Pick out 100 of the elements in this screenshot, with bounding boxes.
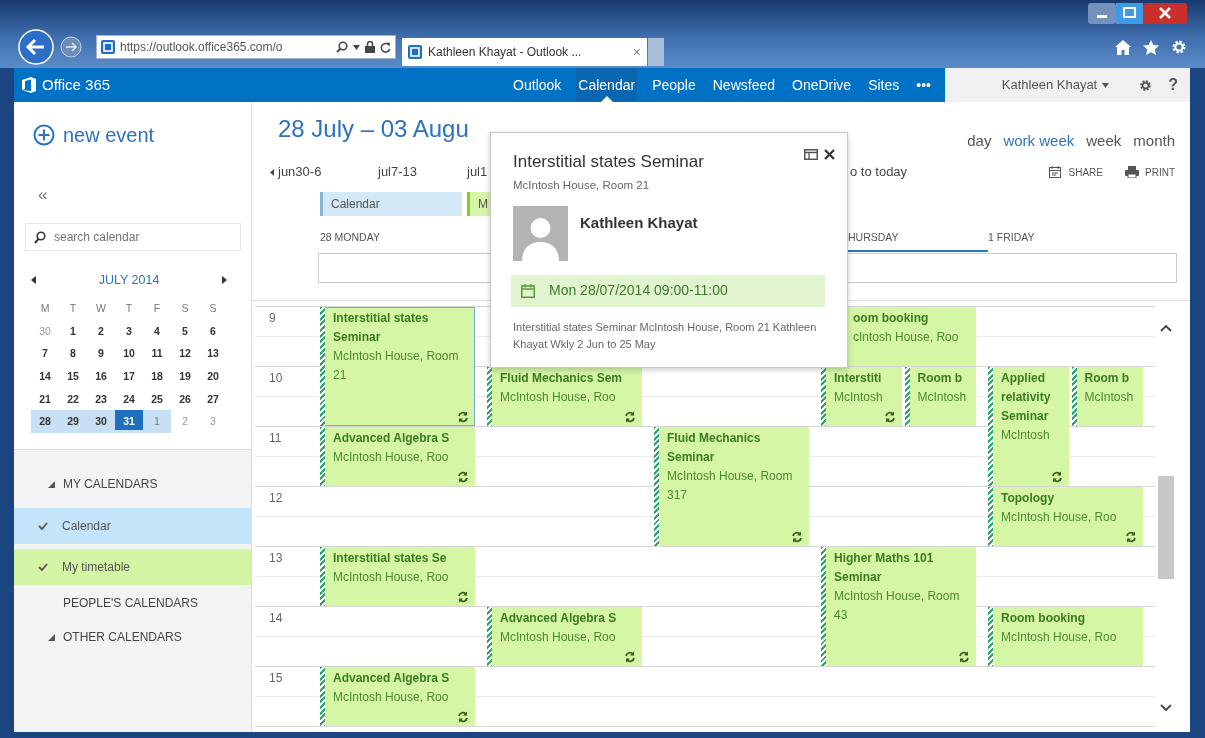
- go-to-today-link[interactable]: o to today: [850, 162, 908, 182]
- refresh-icon[interactable]: [380, 41, 391, 53]
- view-switch-link[interactable]: day: [967, 130, 992, 152]
- calendar-day[interactable]: 27: [199, 387, 227, 411]
- search-field[interactable]: search calendar: [25, 223, 241, 251]
- brand-name: Office 365: [42, 74, 111, 95]
- section-header[interactable]: PEOPLE'S CALENDARS: [48, 593, 198, 614]
- calendar-event[interactable]: Interstiti McIntosh: [821, 367, 902, 426]
- back-button[interactable]: [18, 29, 54, 65]
- nav-link[interactable]: Calendar: [576, 68, 638, 102]
- nav-link[interactable]: Newsfeed: [710, 68, 777, 102]
- popout-icon[interactable]: [804, 149, 818, 160]
- calendar-day[interactable]: 10: [115, 342, 143, 366]
- calendar-event[interactable]: Room booking McIntosh House, Roo: [988, 607, 1143, 666]
- calendar-event[interactable]: Room b McIntosh: [1071, 367, 1143, 426]
- view-switch-link[interactable]: week: [1086, 130, 1122, 152]
- share-icon: [1048, 166, 1063, 178]
- caret-icon[interactable]: [353, 44, 360, 50]
- calendar-day[interactable]: 15: [59, 365, 87, 388]
- calendar-day[interactable]: 11: [143, 342, 171, 366]
- event-title: Fluid Mechanics Seminar: [667, 430, 762, 466]
- calendar-day[interactable]: 4: [143, 319, 171, 343]
- calendar-day[interactable]: 22: [59, 387, 87, 411]
- calendar-day[interactable]: 23: [87, 387, 115, 411]
- calendar-list-item[interactable]: Calendar: [14, 508, 251, 545]
- calendar-event[interactable]: Topology McIntosh House, Roo: [988, 487, 1143, 546]
- calendar-day[interactable]: 2: [87, 319, 115, 343]
- nav-link[interactable]: Outlook: [511, 68, 564, 102]
- calendar-day[interactable]: 30: [87, 410, 115, 434]
- date-range-link[interactable]: jul7-13: [378, 162, 418, 182]
- star-icon[interactable]: [1143, 39, 1159, 55]
- user-menu-button[interactable]: Kathleen Khayat: [1001, 75, 1110, 95]
- calendar-day[interactable]: 29: [59, 410, 87, 434]
- scrollbar-thumb[interactable]: [1158, 476, 1174, 579]
- calendar-day[interactable]: 5: [171, 319, 199, 343]
- section-header[interactable]: MY CALENDARS: [48, 474, 158, 495]
- settings-icon[interactable]: [1139, 78, 1153, 92]
- calendar-day[interactable]: 7: [31, 342, 59, 366]
- calendar-event[interactable]: Room b McIntosh: [904, 367, 976, 426]
- calendar-event[interactable]: Higher Maths 101 Seminar McIntosh House, Room 43: [821, 547, 976, 666]
- date-range-link[interactable]: jul1: [467, 162, 488, 182]
- collapse-button[interactable]: «: [38, 186, 54, 203]
- calendar-day[interactable]: 20: [199, 365, 227, 388]
- day-header[interactable]: 28 MONDAY: [320, 230, 487, 252]
- calendar-event[interactable]: Interstitial states Seminar McIntosh House, Room 21: [320, 307, 475, 426]
- nav-link[interactable]: OneDrive: [790, 68, 854, 102]
- calendar-day[interactable]: 31: [115, 410, 143, 434]
- calendar-day[interactable]: 28: [31, 410, 59, 434]
- calendar-day[interactable]: 17: [115, 365, 143, 388]
- calendar-day[interactable]: 26: [171, 387, 199, 411]
- calendar-day[interactable]: 3: [115, 319, 143, 343]
- print-button[interactable]: PRINT: [1125, 158, 1175, 186]
- home-icon[interactable]: [1115, 39, 1131, 55]
- search-icon[interactable]: [336, 41, 348, 53]
- calendar-event[interactable]: Fluid Mechanics Sem McIntosh House, Roo: [487, 367, 642, 426]
- calendar-day[interactable]: 21: [31, 387, 59, 411]
- day-header[interactable]: 1 FRIDAY: [988, 230, 1155, 252]
- calendar-day[interactable]: 25: [143, 387, 171, 411]
- forward-button[interactable]: [60, 36, 82, 58]
- calendar-event[interactable]: Applied relativity Seminar McIntosh: [988, 367, 1069, 486]
- close-icon[interactable]: [824, 149, 835, 160]
- help-button[interactable]: ?: [1168, 73, 1178, 97]
- view-switch-link[interactable]: work week: [1003, 130, 1075, 152]
- share-button[interactable]: SHARE: [1048, 158, 1103, 186]
- nav-link[interactable]: Sites: [866, 68, 902, 102]
- view-switch-link[interactable]: month: [1133, 130, 1175, 152]
- scroll-down-icon[interactable]: [1160, 704, 1172, 712]
- calendar-day[interactable]: 13: [199, 342, 227, 366]
- calendar-day[interactable]: 9: [87, 342, 115, 366]
- previous-icon[interactable]: [31, 276, 36, 284]
- calendar-list-item[interactable]: My timetable: [14, 549, 251, 586]
- calendar-day[interactable]: 14: [31, 365, 59, 388]
- calendar-day[interactable]: 6: [199, 319, 227, 343]
- next-icon[interactable]: [222, 276, 227, 284]
- minimize-button[interactable]: [1088, 3, 1116, 24]
- calendar-day[interactable]: 12: [171, 342, 199, 366]
- calendar-day[interactable]: 19: [171, 365, 199, 388]
- browser-tab[interactable]: Kathleen Khayat - Outlook ... ×: [402, 38, 647, 66]
- nav-link[interactable]: •••: [914, 68, 933, 102]
- calendar-day[interactable]: 8: [59, 342, 87, 366]
- calendar-day[interactable]: 24: [115, 387, 143, 411]
- calendar-event[interactable]: Advanced Algebra S McIntosh House, Roo: [320, 667, 475, 726]
- settings-icon[interactable]: [1171, 39, 1187, 55]
- maximize-button[interactable]: [1116, 3, 1143, 24]
- close-button[interactable]: [1143, 3, 1187, 24]
- address-bar[interactable]: https://outlook.office365.com/o: [96, 35, 396, 59]
- calendar-legend[interactable]: Calendar: [320, 192, 462, 216]
- new-event-button[interactable]: new event: [14, 102, 251, 150]
- nav-link[interactable]: People: [650, 68, 698, 102]
- calendar-event[interactable]: Advanced Algebra S McIntosh House, Roo: [320, 427, 475, 486]
- calendar-day[interactable]: 18: [143, 365, 171, 388]
- scroll-up-icon[interactable]: [1160, 324, 1172, 332]
- calendar-day[interactable]: 1: [59, 319, 87, 343]
- calendar-event[interactable]: Interstitial states Se McIntosh House, Roo: [320, 547, 475, 606]
- section-header[interactable]: OTHER CALENDARS: [48, 627, 182, 648]
- calendar-event[interactable]: Advanced Algebra S McIntosh House, Roo: [487, 607, 642, 666]
- date-range-link[interactable]: jun30-6: [270, 162, 322, 182]
- calendar-day[interactable]: 16: [87, 365, 115, 388]
- calendar-event[interactable]: Fluid Mechanics Seminar McIntosh House, Room 317: [654, 427, 809, 546]
- tab-close-button[interactable]: ×: [632, 45, 641, 59]
